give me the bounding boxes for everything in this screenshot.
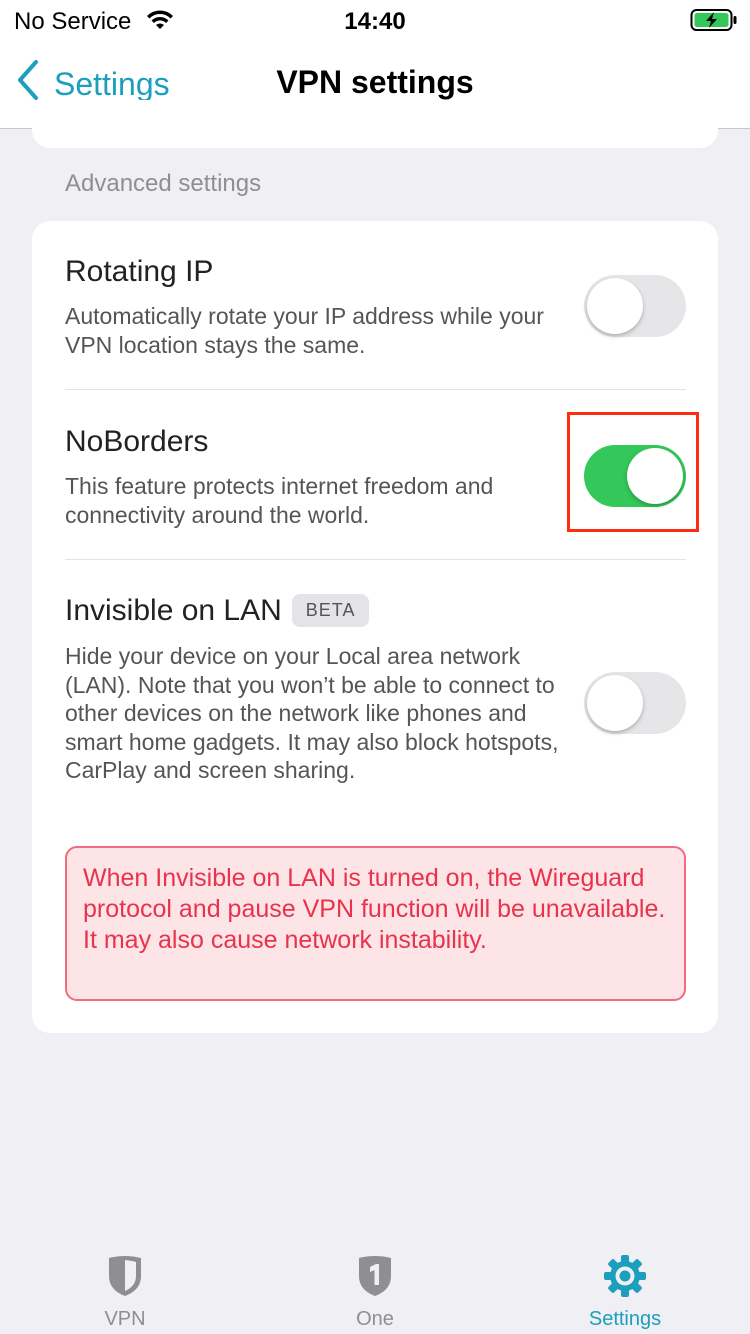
shield-one-icon [355, 1254, 395, 1298]
previous-settings-card [32, 100, 718, 148]
gear-icon [604, 1254, 646, 1298]
shield-icon [105, 1254, 145, 1298]
tab-bar: VPN One Settings [0, 1236, 750, 1334]
noborders-description: This feature protects internet freedom a… [65, 473, 494, 528]
battery-charging-icon [690, 8, 738, 37]
toggle-knob [587, 675, 643, 731]
rotating-ip-toggle[interactable] [584, 275, 686, 337]
noborders-title: NoBorders [65, 425, 209, 458]
tab-vpn-label: VPN [104, 1308, 146, 1330]
divider [65, 559, 686, 560]
divider [65, 389, 686, 390]
tab-settings[interactable]: Settings [500, 1236, 750, 1334]
invisible-on-lan-toggle[interactable] [584, 672, 686, 734]
toggle-knob [587, 278, 643, 334]
rotating-ip-title: Rotating IP [65, 255, 214, 288]
page-title: VPN settings [276, 64, 474, 100]
beta-badge: BETA [291, 594, 370, 627]
rotating-ip-description: Automatically rotate your IP address whi… [65, 303, 544, 358]
warning-message: When Invisible on LAN is turned on, the … [65, 846, 686, 1001]
section-header: Advanced settings [65, 170, 262, 197]
clock: 14:40 [344, 8, 406, 35]
invisible-on-lan-description: Hide your device on your Local area netw… [65, 643, 559, 783]
advanced-settings-card: Rotating IP Automatically rotate your IP… [32, 221, 718, 1033]
tab-one-label: One [356, 1308, 394, 1330]
tab-one[interactable]: One [250, 1236, 500, 1334]
invisible-on-lan-label: Invisible on LAN [65, 594, 282, 627]
tab-vpn[interactable]: VPN [0, 1236, 250, 1334]
invisible-on-lan-title: Invisible on LAN BETA [65, 594, 370, 628]
highlight-box [567, 412, 699, 532]
tab-settings-label: Settings [588, 1308, 662, 1330]
